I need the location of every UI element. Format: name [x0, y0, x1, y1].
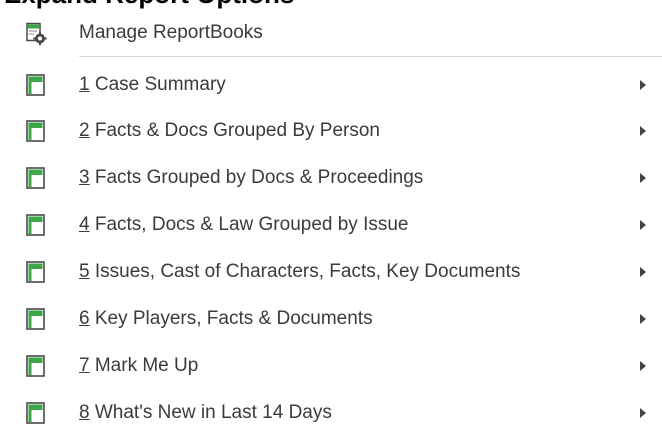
reportbook-icon	[26, 167, 45, 189]
menu-item-label: Case Summary	[89, 74, 226, 95]
reportbook-icon	[26, 214, 45, 236]
menu-item-label: Facts, Docs & Law Grouped by Issue	[89, 214, 409, 235]
header-title-strip: Expand Report Options	[0, 0, 662, 10]
chevron-right-icon	[640, 361, 646, 371]
reportbook-icon	[26, 402, 45, 424]
menu-item-mnemonic: 8	[79, 402, 90, 423]
menu-separator	[79, 56, 662, 57]
chevron-right-icon	[640, 267, 646, 277]
menu-item-reportbook-4[interactable]: 4 Facts, Docs & Law Grouped by Issue	[0, 201, 662, 248]
chevron-right-icon	[640, 220, 646, 230]
menu-item-manage-reportbooks[interactable]: Manage ReportBooks	[0, 10, 662, 57]
reportbook-icon	[26, 355, 45, 377]
menu-item-label: Key Players, Facts & Documents	[89, 308, 373, 329]
menu-item-label: Facts & Docs Grouped By Person	[89, 120, 380, 141]
menu-item-mnemonic: 6	[79, 308, 90, 329]
chevron-right-icon	[640, 126, 646, 136]
menu-item-reportbook-8[interactable]: 8 What's New in Last 14 Days	[0, 389, 662, 436]
reportbooks-menu: Manage ReportBooks 1 Case Summary 2 Fact…	[0, 10, 662, 440]
menu-item-mnemonic: 5	[79, 261, 90, 282]
menu-item-mnemonic: 3	[79, 167, 90, 188]
menu-item-label: What's New in Last 14 Days	[89, 402, 332, 423]
chevron-right-icon	[640, 314, 646, 324]
reportbook-icon	[26, 261, 45, 283]
menu-item-label: Mark Me Up	[89, 355, 199, 376]
menu-item-mnemonic: 4	[79, 214, 90, 235]
menu-item-mnemonic: 1	[79, 74, 90, 95]
menu-item-reportbook-7[interactable]: 7 Mark Me Up	[0, 342, 662, 389]
reportbook-settings-icon	[26, 22, 47, 46]
menu-item-label: Issues, Cast of Characters, Facts, Key D…	[89, 261, 521, 282]
reportbook-icon	[26, 74, 45, 96]
chevron-right-icon	[640, 173, 646, 183]
menu-item-mnemonic: 7	[79, 355, 90, 376]
menu-item-label: Manage ReportBooks	[79, 22, 263, 43]
menu-item-label: Facts Grouped by Docs & Proceedings	[89, 167, 424, 188]
menu-item-reportbook-5[interactable]: 5 Issues, Cast of Characters, Facts, Key…	[0, 248, 662, 295]
menu-item-reportbook-6[interactable]: 6 Key Players, Facts & Documents	[0, 295, 662, 342]
header-title: Expand Report Options	[4, 0, 294, 10]
reportbook-icon	[26, 308, 45, 330]
menu-item-reportbook-3[interactable]: 3 Facts Grouped by Docs & Proceedings	[0, 154, 662, 201]
menu-item-reportbook-2[interactable]: 2 Facts & Docs Grouped By Person	[0, 107, 662, 154]
menu-item-mnemonic: 2	[79, 120, 90, 141]
reportbook-icon	[26, 120, 45, 142]
chevron-right-icon	[640, 408, 646, 418]
menu-item-reportbook-1[interactable]: 1 Case Summary	[0, 61, 662, 108]
chevron-right-icon	[640, 80, 646, 90]
